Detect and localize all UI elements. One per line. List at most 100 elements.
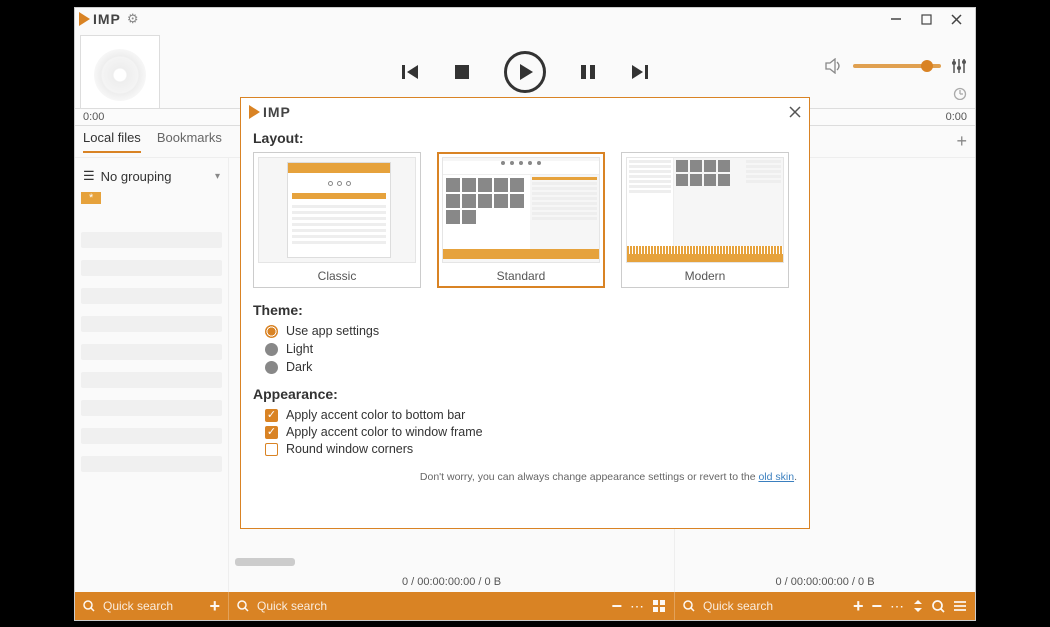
- radio-icon: [265, 361, 278, 374]
- theme-section-label: Theme:: [253, 302, 797, 318]
- old-skin-link[interactable]: old skin: [758, 471, 794, 483]
- search-icon: [237, 600, 249, 612]
- layout-option-standard[interactable]: Standard: [437, 152, 605, 288]
- close-button[interactable]: [941, 8, 971, 30]
- star-tag[interactable]: *: [81, 192, 101, 204]
- checkbox-icon: [265, 443, 278, 456]
- check-accent-bottom[interactable]: ✓ Apply accent color to bottom bar: [265, 408, 797, 422]
- layout-section-label: Layout:: [253, 130, 797, 146]
- equalizer-button[interactable]: [951, 58, 967, 74]
- layout-label-modern: Modern: [685, 269, 726, 283]
- layout-option-modern[interactable]: Modern: [621, 152, 789, 288]
- dialog-header: IMP: [241, 98, 809, 126]
- pause-icon: [580, 64, 596, 80]
- theme-option-light[interactable]: Light: [265, 342, 797, 356]
- play-icon: [516, 63, 534, 81]
- appearance-dialog: IMP Layout: Classic: [240, 97, 810, 529]
- tab-local-files[interactable]: Local files: [83, 130, 141, 153]
- quick-search-left[interactable]: [103, 599, 177, 613]
- layout-thumb-classic: [258, 157, 416, 263]
- volume-area: [825, 58, 967, 74]
- volume-slider[interactable]: [853, 64, 941, 68]
- hint-prefix: Don't worry, you can always change appea…: [420, 471, 759, 483]
- maximize-icon: [921, 14, 932, 25]
- main-window: IMP ⚙: [74, 7, 976, 621]
- sort-button[interactable]: [912, 599, 924, 613]
- menu-button[interactable]: [953, 600, 967, 612]
- dialog-hint: Don't worry, you can always change appea…: [253, 470, 797, 485]
- timer-icon[interactable]: [953, 86, 967, 100]
- search-button[interactable]: [932, 600, 945, 613]
- appearance-checks: ✓ Apply accent color to bottom bar ✓ App…: [253, 408, 797, 456]
- list-item: [81, 456, 222, 472]
- list-item: [81, 260, 222, 276]
- remove-button[interactable]: −: [611, 596, 622, 617]
- layout-options: Classic Standard: [253, 152, 797, 288]
- app-name: IMP: [93, 11, 121, 27]
- list-item: [81, 316, 222, 332]
- equalizer-icon: [951, 58, 967, 74]
- volume-knob[interactable]: [921, 60, 933, 72]
- minimize-button[interactable]: [881, 8, 911, 30]
- search-icon: [683, 600, 695, 612]
- dialog-close-button[interactable]: [789, 106, 801, 118]
- dialog-logo: IMP: [249, 104, 291, 120]
- prev-icon: [402, 64, 420, 80]
- layout-thumb-modern: [626, 157, 784, 263]
- close-icon: [951, 14, 962, 25]
- more-button[interactable]: ⋯: [890, 598, 904, 615]
- add-button[interactable]: +: [853, 596, 864, 617]
- layout-thumb-standard: [442, 157, 600, 263]
- time-elapsed: 0:00: [83, 111, 104, 123]
- left-column: ☰ No grouping ▾ *: [75, 158, 229, 592]
- app-logo: IMP: [79, 11, 121, 27]
- radio-icon: [265, 343, 278, 356]
- pause-button[interactable]: [580, 64, 596, 80]
- next-button[interactable]: [630, 64, 648, 80]
- checkbox-icon: ✓: [265, 426, 278, 439]
- bottom-bar-left: +: [75, 592, 229, 620]
- dialog-body: Layout: Classic: [241, 130, 809, 491]
- list-item: [81, 428, 222, 444]
- remove-button[interactable]: −: [871, 596, 882, 617]
- add-tab-button[interactable]: +: [956, 131, 967, 152]
- bottom-bars: + − ⋯ + − ⋯: [75, 592, 975, 620]
- maximize-button[interactable]: [911, 8, 941, 30]
- grid-view-button[interactable]: [652, 599, 666, 613]
- quick-search-right[interactable]: [703, 599, 793, 613]
- theme-option-dark[interactable]: Dark: [265, 360, 797, 374]
- quick-search-middle[interactable]: [257, 599, 377, 613]
- middle-status: 0 / 00:00:00:00 / 0 B: [229, 576, 674, 588]
- radio-icon: [265, 325, 278, 338]
- hint-suffix: .: [794, 471, 797, 483]
- check-accent-frame[interactable]: ✓ Apply accent color to window frame: [265, 425, 797, 439]
- theme-label-light: Light: [286, 342, 313, 356]
- list-item: [81, 232, 222, 248]
- check-label-round: Round window corners: [286, 442, 413, 456]
- layout-label-standard: Standard: [497, 269, 546, 283]
- check-label-accent-bottom: Apply accent color to bottom bar: [286, 408, 465, 422]
- grouping-dropdown[interactable]: ☰ No grouping ▾: [81, 164, 222, 188]
- prev-button[interactable]: [402, 64, 420, 80]
- stop-button[interactable]: [454, 64, 470, 80]
- titlebar: IMP ⚙: [75, 8, 975, 30]
- theme-options: Use app settings Light Dark: [253, 324, 797, 374]
- volume-icon[interactable]: [825, 58, 843, 74]
- more-button[interactable]: ⋯: [630, 598, 644, 615]
- list-item: [81, 344, 222, 360]
- theme-option-app[interactable]: Use app settings: [265, 324, 797, 338]
- layout-option-classic[interactable]: Classic: [253, 152, 421, 288]
- time-total: 0:00: [946, 111, 967, 123]
- horizontal-scrollbar[interactable]: [235, 558, 295, 566]
- check-round-corners[interactable]: Round window corners: [265, 442, 797, 456]
- theme-label-app: Use app settings: [286, 324, 379, 338]
- settings-gear-icon[interactable]: ⚙: [121, 11, 145, 27]
- add-button[interactable]: +: [209, 596, 220, 617]
- logo-icon: [79, 12, 90, 26]
- check-label-accent-frame: Apply accent color to window frame: [286, 425, 483, 439]
- list-item: [81, 400, 222, 416]
- right-status: 0 / 00:00:00:00 / 0 B: [675, 576, 975, 588]
- close-icon: [789, 106, 801, 118]
- play-button[interactable]: [504, 51, 546, 93]
- tab-bookmarks[interactable]: Bookmarks: [157, 130, 222, 153]
